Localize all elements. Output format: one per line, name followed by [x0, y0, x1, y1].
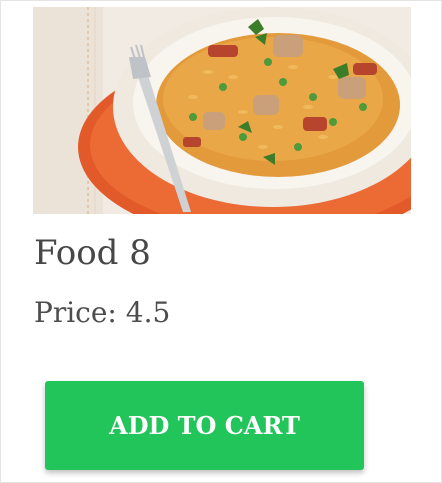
food-photo [33, 7, 411, 214]
price-value: 4.5 [125, 296, 171, 329]
food-card: Food 8 Price: 4.5 ADD TO CART [0, 0, 442, 483]
food-image [33, 7, 411, 214]
price-label: Price: [34, 296, 126, 329]
add-to-cart-button[interactable]: ADD TO CART [45, 381, 364, 470]
food-title: Food 8 [34, 233, 151, 273]
food-price: Price: 4.5 [34, 293, 170, 333]
